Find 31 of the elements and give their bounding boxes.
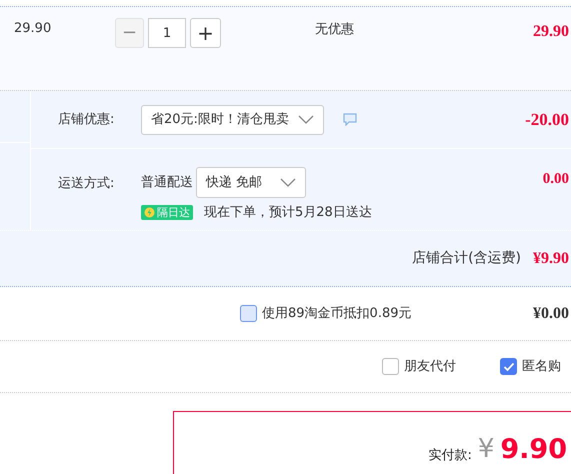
unit-price: 29.90 — [14, 20, 52, 38]
shop-discount-label: 店铺优惠: — [58, 110, 116, 129]
checkbox[interactable] — [240, 305, 257, 322]
option-label: 匿名购 — [522, 358, 561, 376]
shipping-amount: 0.00 — [542, 170, 569, 189]
quantity-field[interactable]: 1 — [148, 18, 186, 48]
coin-amount: ¥0.00 — [533, 304, 569, 324]
discount-text: 无优惠 — [315, 21, 354, 39]
shipping-label: 运送方式: — [58, 175, 116, 193]
chevron-down-icon — [280, 178, 296, 187]
chevron-down-icon — [298, 115, 314, 124]
discount-select[interactable]: 省20元:限时！清仓甩卖 — [141, 104, 324, 134]
checkbox[interactable] — [500, 358, 517, 375]
lightning-icon — [144, 207, 155, 218]
payment-amount: 9.90 — [500, 433, 567, 467]
currency-sign: ¥ — [478, 433, 494, 466]
increase-button[interactable]: + — [190, 18, 221, 48]
subtotal-price: 29.90 — [533, 22, 569, 42]
checkbox[interactable] — [382, 358, 399, 375]
checkmark-icon — [502, 362, 514, 372]
discount-amount: -20.00 — [525, 108, 569, 131]
chat-icon[interactable] — [343, 113, 357, 126]
coin-deduction-label: 使用89淘金币抵扣0.89元 — [262, 304, 412, 323]
payment-label: 实付款: — [428, 447, 472, 465]
next-day-badge: 隔日达 — [141, 205, 193, 220]
shipping-method: 普通配送 — [141, 174, 193, 192]
shipping-select[interactable]: 快递 免邮 — [196, 167, 306, 198]
shop-total-amount: ¥9.90 — [533, 248, 569, 268]
delivery-note: 现在下单，预计5月28日送达 — [204, 204, 372, 222]
shop-total-label: 店铺合计(含运费) — [412, 249, 521, 268]
option-label: 朋友代付 — [404, 358, 456, 376]
